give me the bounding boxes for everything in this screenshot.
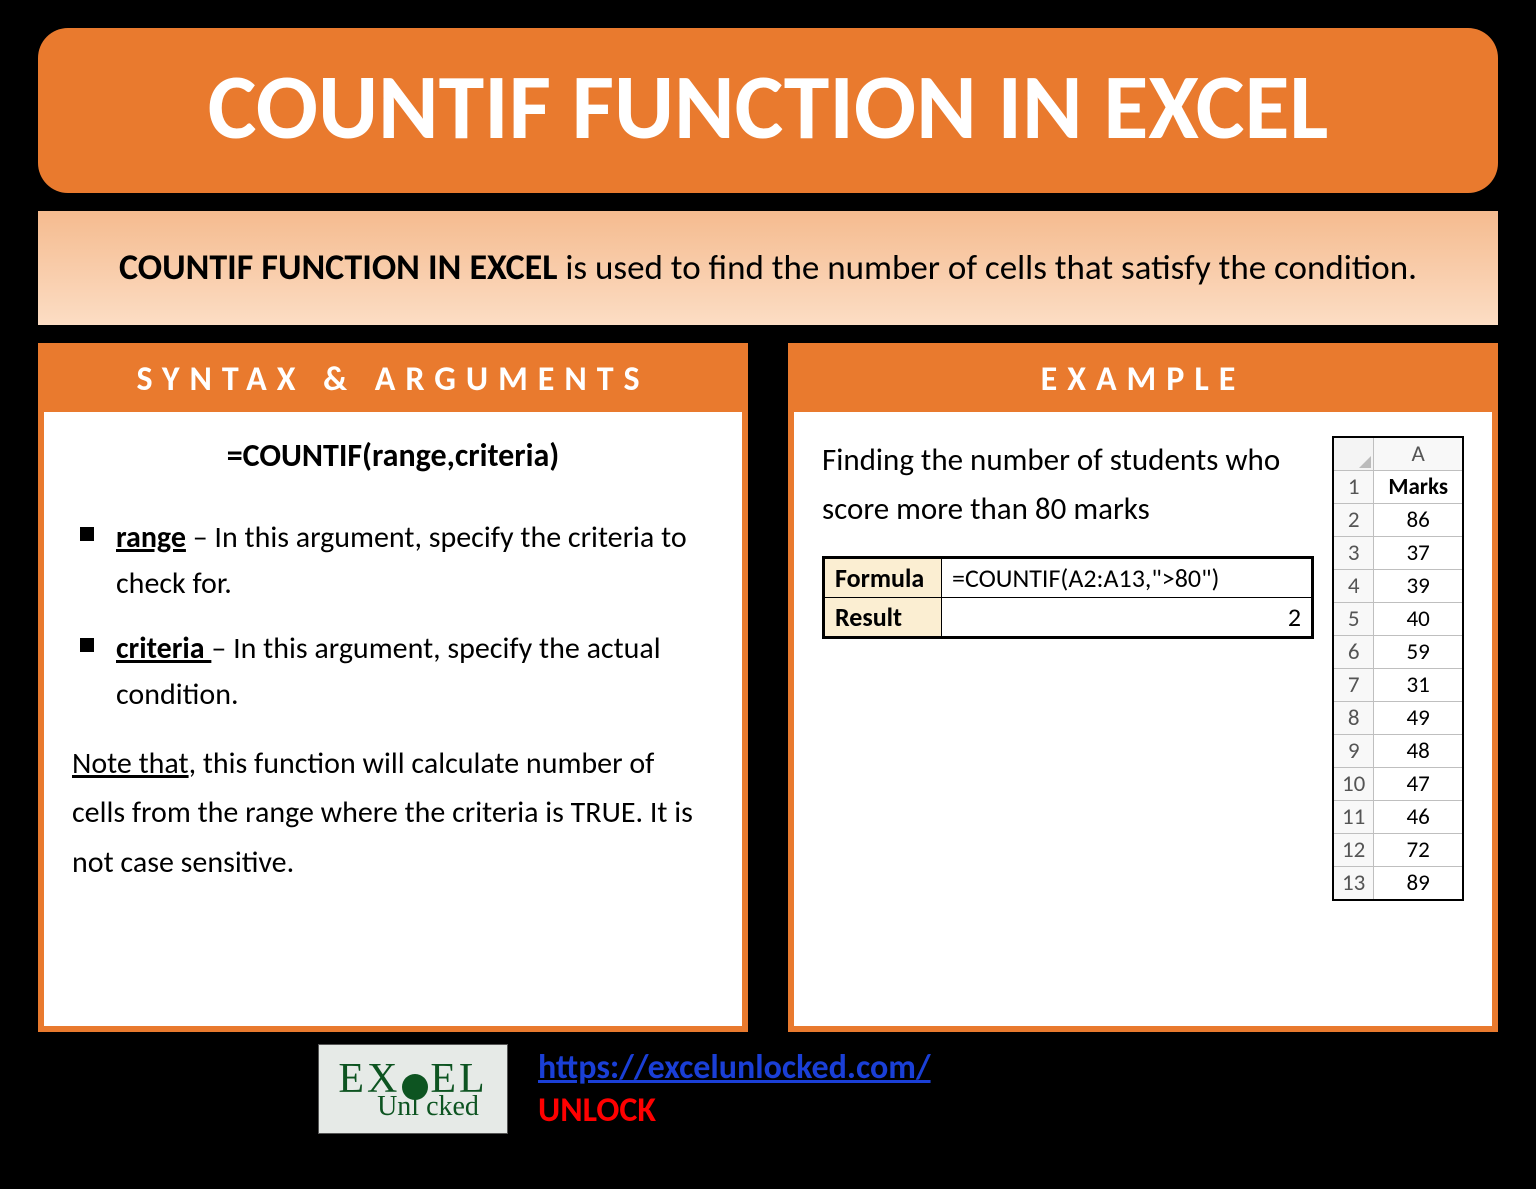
argument-item: criteria – In this argument, specify the… (80, 626, 714, 719)
row-number: 5 (1333, 602, 1374, 635)
table-row: 948 (1333, 734, 1463, 767)
table-row: 540 (1333, 602, 1463, 635)
data-cell: 39 (1374, 569, 1463, 602)
footer-tag: UNLOCK (538, 1090, 931, 1131)
column-letter: A (1374, 437, 1463, 471)
example-prompt: Finding the number of students who score… (822, 436, 1292, 535)
data-cell: 48 (1374, 734, 1463, 767)
row-number: 6 (1333, 635, 1374, 668)
syntax-formula: =COUNTIF(range,criteria) (72, 436, 714, 475)
example-header: EXAMPLE (788, 343, 1498, 412)
result-label-cell: Result (824, 597, 942, 637)
marks-header-cell: Marks (1374, 470, 1463, 503)
row-number: 1 (1333, 470, 1374, 503)
row-number: 9 (1333, 734, 1374, 767)
bullet-icon (80, 527, 94, 541)
table-row: 1146 (1333, 800, 1463, 833)
table-row: 731 (1333, 668, 1463, 701)
table-row: 337 (1333, 536, 1463, 569)
data-cell: 31 (1374, 668, 1463, 701)
formula-value-cell: =COUNTIF(A2:A13,">80") (942, 557, 1313, 597)
row-number: 10 (1333, 767, 1374, 800)
page-title: COUNTIF FUNCTION IN EXCEL (38, 28, 1498, 193)
columns-container: SYNTAX & ARGUMENTS =COUNTIF(range,criter… (38, 343, 1498, 1032)
data-cell: 46 (1374, 800, 1463, 833)
data-cell: 89 (1374, 866, 1463, 900)
example-body: Formula =COUNTIF(A2:A13,">80") Result 2 (788, 412, 1498, 1032)
row-number: 7 (1333, 668, 1374, 701)
syntax-column: SYNTAX & ARGUMENTS =COUNTIF(range,criter… (38, 343, 748, 1032)
row-number: 11 (1333, 800, 1374, 833)
argument-item: range – In this argument, specify the cr… (80, 515, 714, 608)
arg-name: criteria (116, 630, 211, 667)
description-intro: COUNTIF FUNCTION IN EXCEL (119, 245, 557, 289)
footer: EX EL Unl cked https://excelunlocked.com… (318, 1044, 1498, 1134)
table-row: Formula =COUNTIF(A2:A13,">80") (824, 557, 1313, 597)
bullet-icon (80, 638, 94, 652)
data-cell: 59 (1374, 635, 1463, 668)
table-row: A (1333, 437, 1463, 471)
example-column: EXAMPLE Formula =COUNTIF(A2:A13,">80") R… (788, 343, 1498, 1032)
sheet-corner (1333, 437, 1374, 471)
data-cell: 49 (1374, 701, 1463, 734)
table-row: 286 (1333, 503, 1463, 536)
footer-link[interactable]: https://excelunlocked.com/ (538, 1047, 931, 1088)
table-row: 659 (1333, 635, 1463, 668)
description-row: COUNTIF FUNCTION IN EXCEL is used to fin… (38, 211, 1498, 325)
formula-label-cell: Formula (824, 557, 942, 597)
syntax-header: SYNTAX & ARGUMENTS (38, 343, 748, 412)
excel-sheet: A 1Marks 286 337 439 540 659 731 849 948… (1332, 436, 1464, 901)
lock-icon (402, 1074, 428, 1100)
data-cell: 86 (1374, 503, 1463, 536)
triangle-icon (1359, 456, 1371, 468)
data-cell: 72 (1374, 833, 1463, 866)
table-row: 439 (1333, 569, 1463, 602)
data-cell: 37 (1374, 536, 1463, 569)
description-rest: is used to find the number of cells that… (557, 247, 1417, 289)
footer-text: https://excelunlocked.com/ UNLOCK (538, 1047, 931, 1131)
arg-name: range (116, 519, 186, 556)
table-row: 1389 (1333, 866, 1463, 900)
row-number: 13 (1333, 866, 1374, 900)
result-value-cell: 2 (942, 597, 1313, 637)
note-underline: Note that (72, 745, 189, 782)
table-row: 1047 (1333, 767, 1463, 800)
argument-list: range – In this argument, specify the cr… (80, 515, 714, 719)
table-row: 849 (1333, 701, 1463, 734)
row-number: 12 (1333, 833, 1374, 866)
row-number: 2 (1333, 503, 1374, 536)
data-cell: 47 (1374, 767, 1463, 800)
formula-result-table: Formula =COUNTIF(A2:A13,">80") Result 2 (822, 556, 1314, 639)
data-cell: 40 (1374, 602, 1463, 635)
table-row: Result 2 (824, 597, 1313, 637)
row-number: 4 (1333, 569, 1374, 602)
arg-desc: – In this argument, specify the criteria… (116, 519, 687, 603)
table-row: 1272 (1333, 833, 1463, 866)
table-row: 1Marks (1333, 470, 1463, 503)
logo-subtext: Unl cked (377, 1091, 479, 1123)
syntax-note: Note that, this function will calculate … (72, 739, 714, 888)
logo: EX EL Unl cked (318, 1044, 508, 1134)
row-number: 8 (1333, 701, 1374, 734)
syntax-body: =COUNTIF(range,criteria) range – In this… (38, 412, 748, 1032)
row-number: 3 (1333, 536, 1374, 569)
